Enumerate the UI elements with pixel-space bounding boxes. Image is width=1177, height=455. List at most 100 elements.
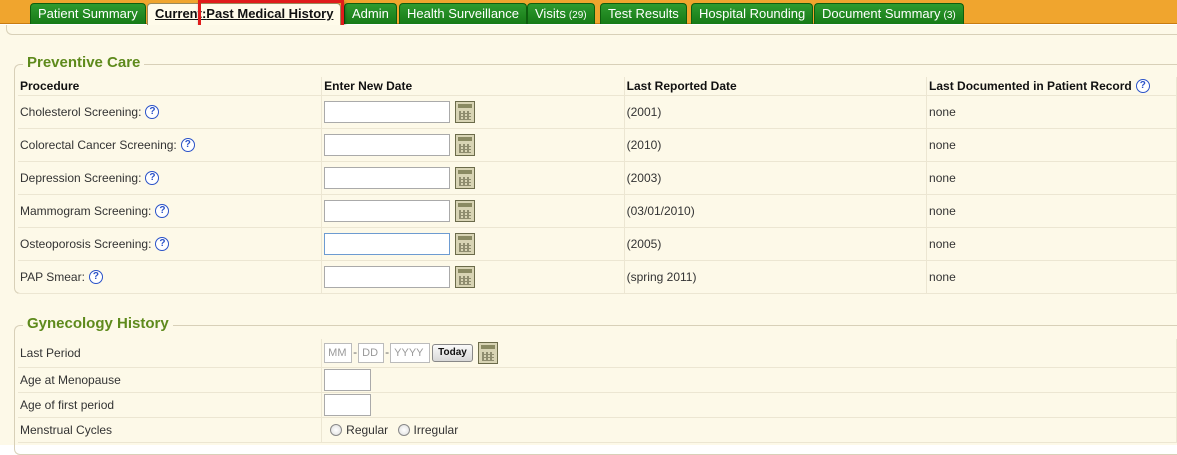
tab-label: Patient Summary: [38, 6, 138, 21]
preventive-care-section: Preventive Care Procedure Enter New Date…: [14, 54, 1177, 294]
new-date-input[interactable]: [324, 133, 451, 156]
help-icon[interactable]: ?: [88, 269, 103, 284]
last-reported-cell: (2003): [624, 161, 928, 195]
last-reported-cell: (spring 2011): [624, 260, 928, 294]
calendar-icon[interactable]: [455, 199, 476, 222]
tab-patient-summary[interactable]: Patient Summary: [30, 3, 146, 24]
month-input[interactable]: MM: [324, 342, 353, 363]
last-documented-cell: none: [926, 227, 1177, 261]
tab-health-surveillance[interactable]: Health Surveillance: [399, 3, 528, 24]
table-row: Menstrual Cycles Regular Irregular: [18, 417, 1177, 443]
tab-hospital-rounding[interactable]: Hospital Rounding: [691, 3, 814, 24]
help-icon[interactable]: ?: [180, 137, 195, 152]
tab-label: Hospital Rounding: [699, 6, 806, 21]
age-first-period-input[interactable]: [324, 393, 372, 416]
table-row: Cholesterol Screening:? (2001) none: [18, 95, 1177, 129]
new-date-cell: [321, 194, 625, 228]
help-icon[interactable]: ?: [1135, 78, 1150, 93]
tab-visits[interactable]: Visits (29): [527, 3, 595, 24]
column-header-enter-new-date: Enter New Date: [321, 77, 625, 96]
new-date-input[interactable]: [324, 265, 451, 288]
table-row: Age at Menopause: [18, 367, 1177, 393]
procedure-cell: Mammogram Screening:?: [18, 194, 323, 228]
procedure-label: Depression Screening:: [20, 170, 142, 185]
tab-current-past-medical-history[interactable]: Current:Past Medical History: [147, 3, 342, 25]
age-menopause-input[interactable]: [324, 368, 372, 391]
calendar-icon[interactable]: [455, 232, 476, 255]
new-date-cell: [321, 95, 625, 129]
new-date-input[interactable]: [324, 199, 451, 222]
procedure-label: Osteoporosis Screening:: [20, 236, 152, 251]
field-label: Last Period: [18, 339, 323, 368]
procedure-label: Colorectal Cancer Screening:: [20, 137, 177, 152]
gynecology-history-section: Gynecology History Last Period MM - DD - YYY…: [14, 315, 1177, 455]
column-header-last-documented: Last Documented in Patient Record?: [926, 77, 1177, 96]
new-date-cell: [321, 227, 625, 261]
tab-label: Visits: [535, 6, 566, 21]
tab-document-summary[interactable]: Document Summary (3): [814, 3, 964, 24]
calendar-icon[interactable]: [455, 133, 476, 156]
tab-label: Health Surveillance: [407, 6, 520, 21]
new-date-input[interactable]: [324, 100, 451, 123]
procedure-label: PAP Smear:: [20, 269, 85, 284]
tab-bar: Patient Summary Current:Past Medical His…: [0, 0, 1177, 25]
calendar-icon[interactable]: [477, 341, 498, 364]
calendar-icon[interactable]: [455, 166, 476, 189]
calendar-icon[interactable]: [455, 100, 476, 123]
tab-test-results[interactable]: Test Results: [600, 3, 687, 24]
year-input[interactable]: YYYY: [390, 342, 431, 363]
radio-label: Irregular: [413, 422, 459, 437]
column-header-procedure: Procedure: [18, 77, 323, 96]
last-documented-cell: none: [926, 161, 1177, 195]
irregular-radio[interactable]: [397, 423, 410, 436]
calendar-icon[interactable]: [455, 265, 476, 288]
today-button[interactable]: Today: [432, 343, 473, 362]
tab-label: Admin: [352, 6, 389, 21]
last-period-cell: MM - DD - YYYY Today: [321, 339, 1177, 368]
procedure-cell: Colorectal Cancer Screening:?: [18, 128, 323, 162]
last-reported-cell: (2005): [624, 227, 928, 261]
tab-count-badge: (3): [943, 10, 956, 21]
table-row: Colorectal Cancer Screening:? (2010) non…: [18, 128, 1177, 162]
section-title: Preventive Care: [23, 54, 145, 71]
preventive-care-table: Procedure Enter New Date Last Reported D…: [18, 77, 1177, 294]
content-area: Preventive Care Procedure Enter New Date…: [0, 25, 1177, 455]
tab-label: Document Summary: [822, 6, 941, 21]
date-separator: -: [353, 344, 358, 359]
new-date-input[interactable]: [324, 166, 451, 189]
procedure-label: Mammogram Screening:: [20, 203, 152, 218]
help-icon[interactable]: ?: [145, 104, 160, 119]
field-label: Age of first period: [18, 392, 323, 418]
procedure-cell: PAP Smear:?: [18, 260, 323, 294]
date-separator: -: [385, 344, 390, 359]
menstrual-cycles-cell: Regular Irregular: [321, 417, 1177, 443]
regular-radio[interactable]: [330, 423, 343, 436]
last-reported-cell: (2001): [624, 95, 928, 129]
top-panel-edge: [6, 25, 1177, 35]
tab-label: Past Medical History: [206, 6, 334, 21]
help-icon[interactable]: ?: [145, 170, 160, 185]
table-row: Mammogram Screening:? (03/01/2010) none: [18, 194, 1177, 228]
procedure-cell: Depression Screening:?: [18, 161, 323, 195]
header-label: Last Documented in Patient Record: [929, 78, 1132, 93]
gynecology-table: Last Period MM - DD - YYYY Today Age at Menop…: [18, 339, 1177, 443]
table-row: Age of first period: [18, 392, 1177, 418]
field-label: Age at Menopause: [18, 367, 323, 393]
new-date-cell: [321, 128, 625, 162]
age-first-period-cell: [321, 392, 1177, 418]
last-documented-cell: none: [926, 260, 1177, 294]
tab-admin[interactable]: Admin: [344, 3, 397, 24]
age-menopause-cell: [321, 367, 1177, 393]
procedure-cell: Cholesterol Screening:?: [18, 95, 323, 129]
tab-label: Test Results: [608, 6, 679, 21]
radio-label: Regular: [346, 422, 389, 437]
last-documented-cell: none: [926, 194, 1177, 228]
procedure-cell: Osteoporosis Screening:?: [18, 227, 323, 261]
help-icon[interactable]: ?: [155, 236, 170, 251]
column-header-last-reported: Last Reported Date: [624, 77, 928, 96]
help-icon[interactable]: ?: [155, 203, 170, 218]
day-input[interactable]: DD: [358, 342, 385, 363]
procedure-label: Cholesterol Screening:: [20, 104, 142, 119]
last-reported-cell: (03/01/2010): [624, 194, 928, 228]
new-date-input[interactable]: [324, 232, 451, 255]
